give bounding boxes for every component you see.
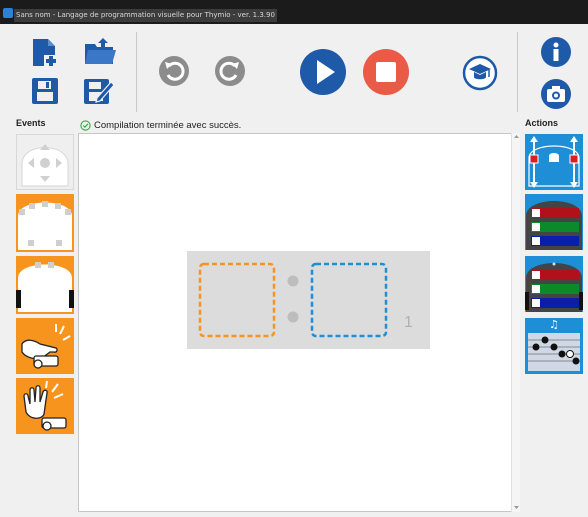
toolbar-separator: [136, 32, 137, 112]
app-icon: [3, 8, 13, 18]
event-tap-block[interactable]: [16, 318, 74, 374]
top-color-icon: [526, 201, 582, 250]
events-label: Events: [16, 118, 46, 128]
action-top-color-block[interactable]: [525, 194, 583, 250]
status-text: Compilation terminée avec succès.: [94, 119, 242, 131]
program-row[interactable]: [187, 251, 430, 349]
compilation-status: Compilation terminée avec succès.: [80, 119, 241, 131]
save-as-icon[interactable]: [83, 76, 115, 106]
row-number: 1: [404, 314, 413, 331]
event-ground-proximity-block[interactable]: [16, 256, 74, 314]
check-circle-icon: [80, 119, 91, 131]
undo-icon[interactable]: [158, 55, 190, 87]
event-front-proximity-block[interactable]: [16, 194, 74, 252]
window-title: Sans nom - Langage de programmation visu…: [14, 9, 277, 22]
event-buttons-block[interactable]: [16, 134, 74, 190]
title-bar: Sans nom - Langage de programmation visu…: [0, 0, 588, 24]
actions-label: Actions: [525, 118, 559, 128]
event-clap-block[interactable]: [16, 378, 74, 434]
toolbar-separator: [517, 32, 518, 112]
music-note-icon: ♫: [549, 318, 559, 331]
play-icon[interactable]: [299, 48, 347, 96]
stop-icon[interactable]: [362, 48, 410, 96]
action-bottom-color-block[interactable]: [525, 256, 583, 312]
open-folder-icon[interactable]: [83, 36, 117, 66]
action-music-block[interactable]: ♫: [525, 318, 583, 374]
redo-icon[interactable]: [214, 55, 246, 87]
info-icon[interactable]: [540, 36, 572, 68]
bottom-color-icon: [525, 262, 583, 312]
new-file-icon[interactable]: [30, 38, 60, 68]
action-motors-block[interactable]: [525, 134, 583, 190]
row-dot-bottom: [287, 311, 299, 323]
camera-icon[interactable]: [540, 78, 572, 110]
graduation-cap-icon[interactable]: [462, 55, 498, 91]
row-dot-top: [287, 275, 299, 287]
save-icon[interactable]: [31, 77, 59, 105]
